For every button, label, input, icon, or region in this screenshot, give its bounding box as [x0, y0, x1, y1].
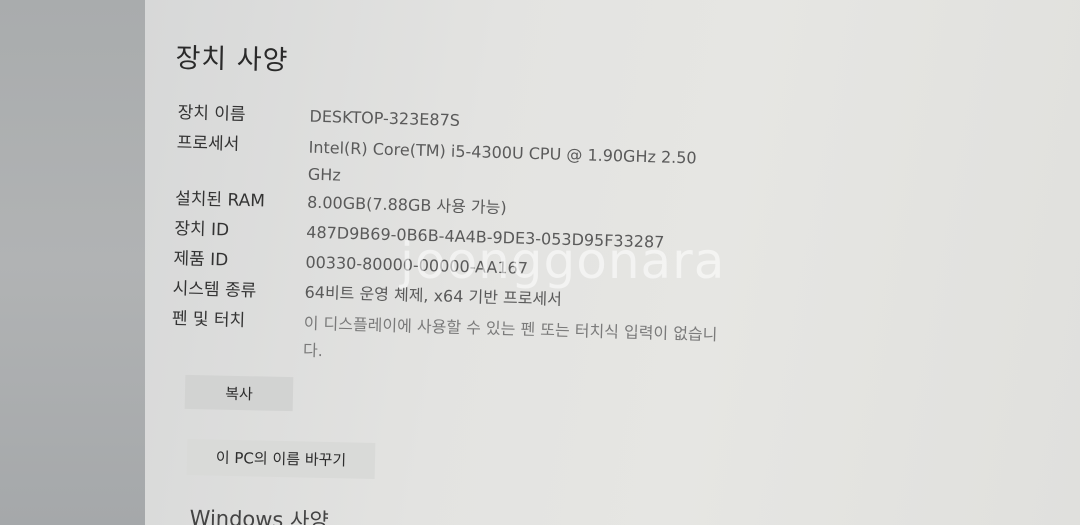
spec-value-device-name: DESKTOP-323E87S [309, 106, 461, 130]
spec-label: 제품 ID [173, 248, 229, 271]
spec-value-pen-touch: 이 디스플레이에 사용할 수 있는 펜 또는 터치식 입력이 없습니다. [302, 313, 718, 361]
spec-label: 장치 ID [174, 218, 230, 241]
device-specs-title: 장치 사양 [175, 42, 289, 77]
rename-pc-button[interactable]: 이 PC의 이름 바꾸기 [186, 439, 376, 479]
device-spec-list: 장치 이름 DESKTOP-323E87S 프로세서 Intel(R) Core… [171, 98, 778, 377]
spec-label: 펜 및 터치 [171, 308, 246, 331]
left-navigation-strip [0, 0, 145, 525]
windows-specs-title: Windows 사양 [189, 505, 329, 525]
spec-label: 시스템 종류 [172, 278, 257, 302]
spec-label: 장치 이름 [177, 102, 246, 125]
copy-button[interactable]: 복사 [184, 374, 294, 412]
spec-label: 설치된 RAM [174, 188, 266, 212]
spec-label: 프로세서 [176, 132, 240, 155]
